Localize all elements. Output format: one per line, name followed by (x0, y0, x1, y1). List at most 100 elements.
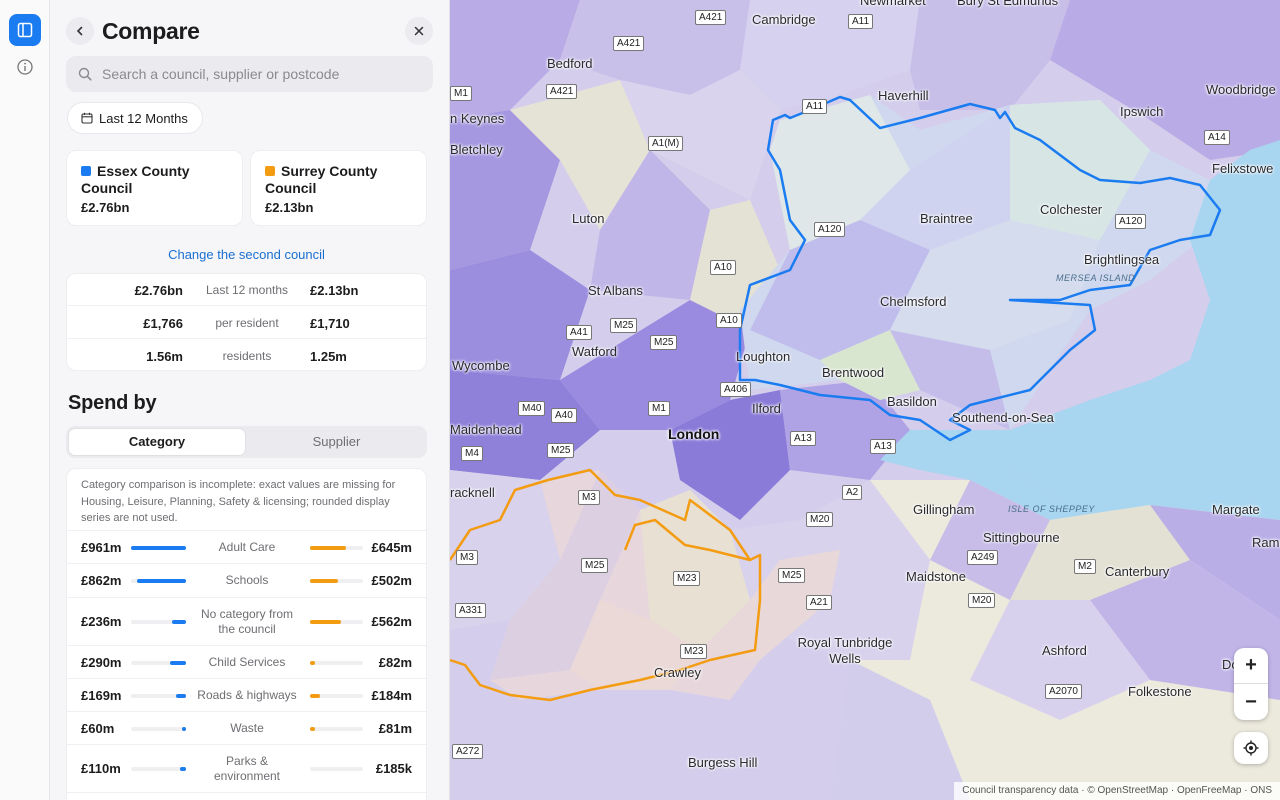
road-label: A406 (720, 382, 752, 397)
tab-supplier[interactable]: Supplier (248, 428, 425, 456)
road-label: A120 (1115, 214, 1147, 229)
place-label: Ramsga (1252, 535, 1280, 550)
category-row[interactable]: £862m Schools £502m (67, 563, 426, 596)
category-right-bar-fill (310, 546, 346, 550)
category-right-value: £562m (371, 614, 412, 629)
road-label: M23 (673, 571, 701, 586)
stat-right: 1.25m (310, 349, 347, 364)
place-label: Watford (572, 344, 618, 359)
category-right-value: £645m (371, 540, 412, 555)
road-label: M23 (680, 644, 708, 659)
category-row[interactable]: £290m Child Services £82m (67, 645, 426, 678)
place-label: Wycombe (452, 358, 510, 373)
road-label: M2 (1074, 559, 1096, 574)
road-label: A14 (1204, 130, 1230, 145)
road-label: M3 (456, 550, 478, 565)
place-label: London (668, 426, 720, 442)
council-name: Essex County Council (81, 163, 228, 197)
category-left-bar (131, 579, 186, 583)
place-label: Ipswich (1120, 104, 1164, 119)
icon-rail (0, 0, 50, 800)
council-name-text: Surrey County Council (265, 163, 378, 196)
road-label: M3 (578, 490, 600, 505)
date-filter-button[interactable]: Last 12 Months (67, 102, 203, 134)
category-row[interactable]: £961m Adult Care £645m (67, 530, 426, 563)
place-label: Gillingham (913, 502, 975, 517)
category-row[interactable]: £21mTransport£21m (67, 792, 426, 800)
category-left-value: £169m (81, 688, 122, 703)
stat-right: £2.13bn (310, 283, 359, 298)
stat-label: per resident (215, 316, 279, 330)
back-button[interactable] (66, 17, 94, 45)
sidebar-toggle-button[interactable] (9, 14, 41, 46)
road-label: A2 (842, 485, 863, 500)
close-button[interactable] (405, 17, 433, 45)
council-total: £2.13bn (265, 200, 314, 215)
road-label: A13 (870, 439, 896, 454)
place-label: St Albans (588, 283, 643, 298)
road-label: A11 (848, 14, 874, 29)
road-label: A272 (452, 744, 484, 759)
category-row[interactable]: £110m Parks & environment £185k (67, 744, 426, 792)
category-right-bar-fill (310, 661, 315, 665)
category-left-bar (131, 727, 186, 731)
incomplete-note: Category comparison is incomplete: exact… (81, 479, 396, 524)
stat-left: 1.56m (146, 349, 183, 364)
road-label: A421 (546, 84, 578, 99)
place-label: Braintree (920, 211, 973, 226)
road-label: A120 (814, 222, 846, 237)
locate-button[interactable] (1234, 732, 1268, 764)
road-label: A10 (710, 260, 736, 275)
road-label: M25 (650, 335, 678, 350)
place-label: Maidstone (906, 569, 966, 584)
compare-panel: Compare Last 12 Months Essex County Coun… (50, 0, 450, 800)
road-label: M40 (518, 401, 546, 416)
category-right-bar-fill (310, 579, 338, 583)
place-label: Margate (1212, 502, 1260, 517)
category-label: Child Services (208, 655, 286, 669)
road-label: M25 (778, 568, 806, 583)
panel-header: Compare (66, 16, 433, 46)
change-second-council-link[interactable]: Change the second council (66, 247, 427, 262)
tab-category[interactable]: Category (68, 428, 246, 456)
place-label: Maidenhead (450, 422, 522, 437)
info-icon[interactable] (16, 58, 34, 76)
category-row[interactable]: £236m No category from the council £562m (67, 597, 426, 645)
road-label: A11 (802, 99, 828, 114)
category-right-bar (310, 579, 363, 583)
stats-row: 1.56m residents 1.25m (67, 340, 426, 372)
category-left-bar-fill (176, 694, 186, 698)
place-label: Felixstowe (1212, 161, 1274, 176)
place-label: Newmarket (860, 0, 926, 8)
council-color-swatch (81, 166, 91, 176)
council-name-text: Essex County Council (81, 163, 190, 196)
category-left-bar-fill (136, 579, 186, 583)
search-bar (66, 56, 433, 92)
sidebar-toggle-icon (17, 22, 33, 38)
stat-left: £2.76bn (134, 283, 183, 298)
search-input[interactable] (102, 66, 402, 82)
category-label: Parks & environment (213, 754, 281, 783)
map-attribution[interactable]: Council transparency data · © OpenStreet… (954, 782, 1280, 800)
category-row[interactable]: £60m Waste £81m (67, 711, 426, 744)
road-label: M1 (648, 401, 670, 416)
council-card-primary[interactable]: Essex County Council £2.76bn (66, 150, 243, 226)
category-left-bar (131, 620, 186, 624)
place-label: Crawley (654, 665, 701, 680)
category-left-value: £961m (81, 540, 122, 555)
council-card-secondary[interactable]: Surrey County Council £2.13bn (250, 150, 427, 226)
category-row[interactable]: £169m Roads & highways £184m (67, 678, 426, 711)
zoom-in-button[interactable]: + (1234, 648, 1268, 684)
category-left-bar (131, 661, 186, 665)
category-label: Waste (230, 721, 264, 735)
category-left-bar-fill (169, 661, 186, 665)
zoom-out-button[interactable]: − (1234, 684, 1268, 720)
place-label: MERSEA ISLAND (1056, 273, 1136, 283)
category-right-bar (310, 694, 363, 698)
stat-left: £1,766 (143, 316, 183, 331)
zoom-control: + − (1234, 648, 1268, 720)
category-left-bar (131, 694, 186, 698)
road-label: M20 (806, 512, 834, 527)
category-label: Adult Care (218, 540, 276, 554)
map[interactable]: Cambridge Newmarket Bury St Edmunds Bedf… (450, 0, 1280, 800)
